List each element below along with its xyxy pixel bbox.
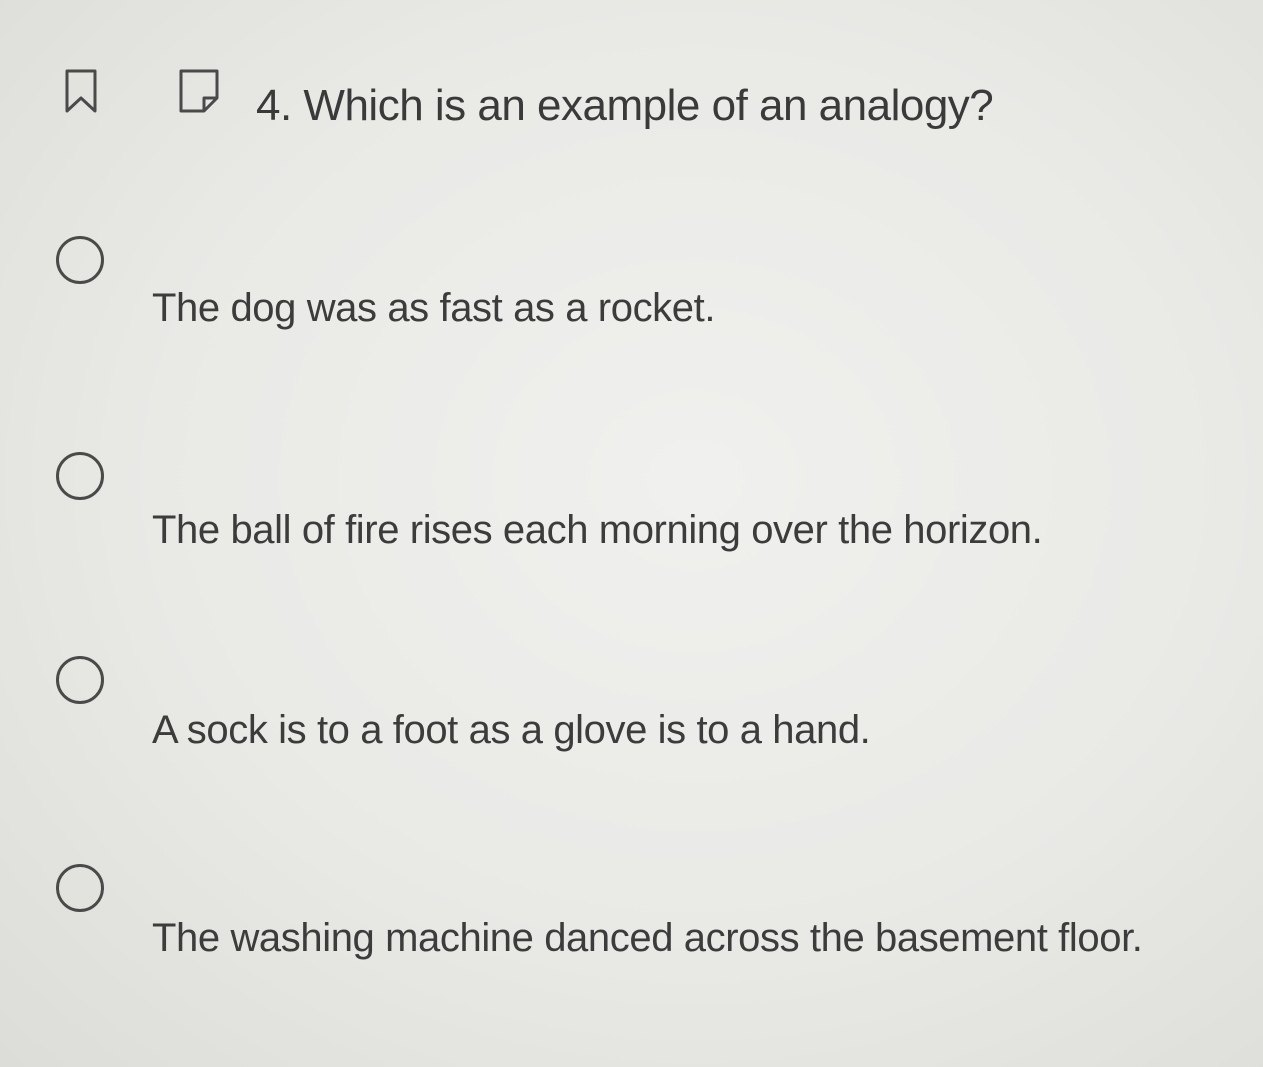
radio-button[interactable]	[56, 864, 104, 912]
answer-option-4[interactable]: The washing machine danced across the ba…	[0, 836, 1263, 996]
option-label: The ball of fire rises each morning over…	[152, 508, 1043, 552]
question-text: 4. Which is an example of an analogy?	[256, 81, 994, 130]
radio-button[interactable]	[56, 236, 104, 284]
option-label: A sock is to a foot as a glove is to a h…	[152, 708, 871, 752]
note-icon[interactable]	[178, 68, 220, 114]
answer-option-3[interactable]: A sock is to a foot as a glove is to a h…	[0, 628, 1263, 788]
answer-option-1[interactable]: The dog was as fast as a rocket.	[0, 200, 1263, 360]
answer-option-2[interactable]: The ball of fire rises each morning over…	[0, 420, 1263, 580]
bookmark-icon[interactable]	[64, 68, 98, 114]
radio-button[interactable]	[56, 656, 104, 704]
option-label: The washing machine danced across the ba…	[152, 916, 1143, 960]
question-header: 4. Which is an example of an analogy?	[0, 0, 1263, 180]
option-label: The dog was as fast as a rocket.	[152, 286, 716, 330]
radio-button[interactable]	[56, 452, 104, 500]
